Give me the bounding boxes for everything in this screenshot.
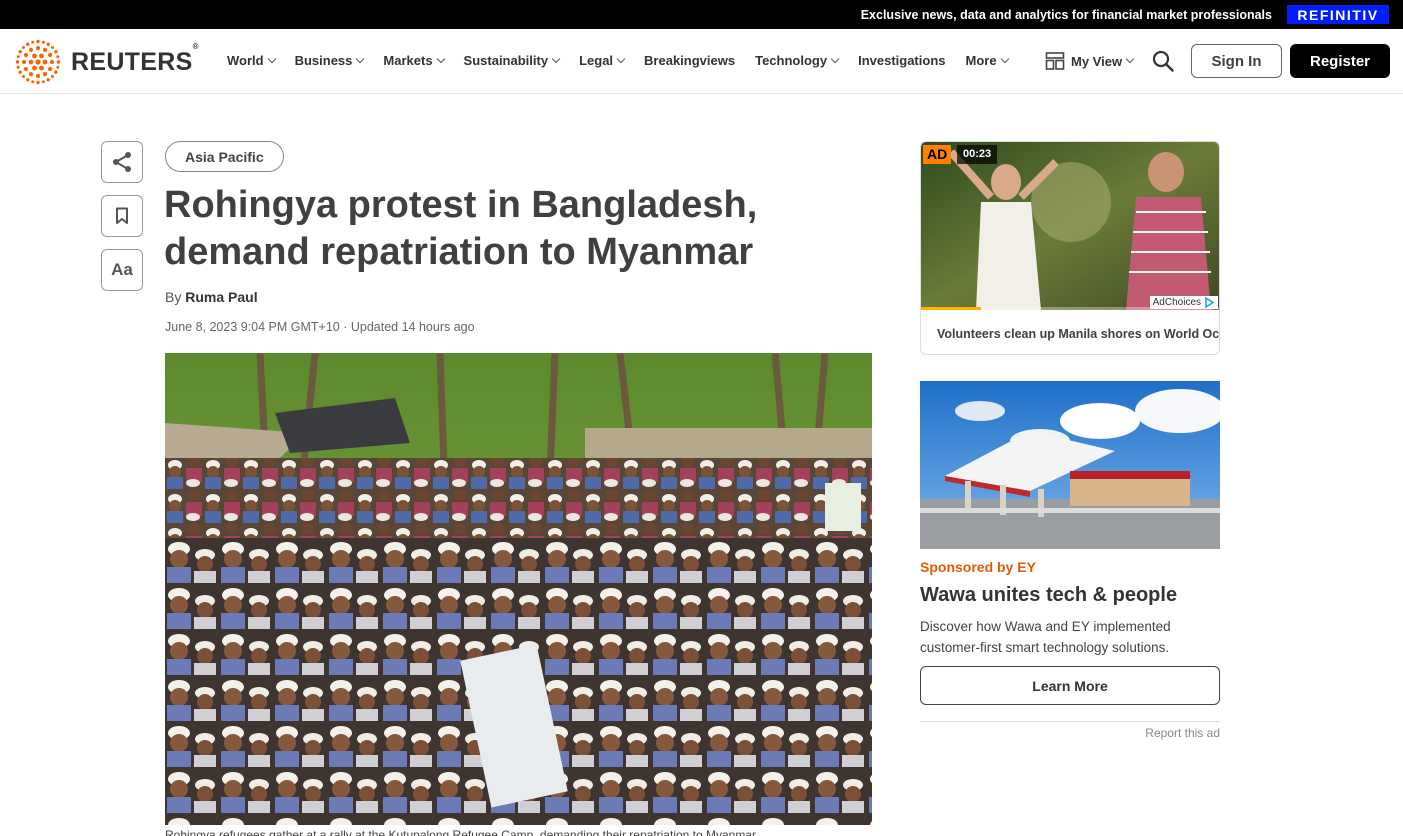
video-ad-player[interactable]: AD 00:23 AdChoices (921, 142, 1219, 310)
nav-markets[interactable]: Markets (383, 53, 445, 68)
bookmark-icon (116, 207, 128, 224)
my-view-label: My View (1071, 53, 1123, 69)
nav-legal[interactable]: Legal (579, 53, 626, 68)
video-frame-image (921, 142, 1219, 310)
byline-prefix: By (165, 289, 182, 305)
my-view-menu[interactable]: My View (1045, 51, 1135, 71)
chevron-down-icon (551, 54, 561, 63)
byline: By Ruma Paul (165, 289, 258, 305)
share-icon (113, 152, 131, 172)
bookmark-button[interactable] (101, 195, 143, 237)
refinitiv-logo[interactable]: REFINITIV (1287, 5, 1389, 24)
sign-in-button[interactable]: Sign In (1191, 44, 1282, 78)
video-ad-card[interactable]: AD 00:23 AdChoices Volunteers clean up M… (920, 141, 1220, 355)
chevron-down-icon (1000, 54, 1009, 63)
learn-more-button[interactable]: Learn More (920, 666, 1220, 705)
video-progress-fill (921, 307, 981, 310)
photo-caption: Rohingya refugees gather at a rally at t… (165, 828, 757, 836)
sponsored-ad-body: Discover how Wawa and EY implemented cus… (920, 619, 1171, 655)
ad-time: 00:23 (957, 145, 998, 164)
text-size-button[interactable]: Aa (101, 249, 143, 291)
reuters-wordmark: REUTERS® (71, 41, 199, 76)
chevron-down-icon (616, 54, 626, 63)
reuters-logo[interactable]: REUTERS® (14, 39, 199, 85)
article-headline: Rohingya protest in Bangladesh, demand r… (164, 184, 758, 273)
register-button[interactable]: Register (1290, 44, 1390, 78)
crowd-photo-image (165, 353, 872, 825)
sponsored-label: Sponsored by EY (920, 559, 1036, 575)
nav-technology[interactable]: Technology (755, 53, 840, 68)
adchoices-icon (1205, 297, 1215, 308)
nav-business[interactable]: Business (295, 53, 365, 68)
ad-divider (920, 721, 1220, 722)
chevron-down-icon (830, 54, 840, 63)
report-ad-link[interactable]: Report this ad (1100, 726, 1220, 740)
author-link[interactable]: Ruma Paul (185, 289, 257, 305)
article-dateline: June 8, 2023 9:04 PM GMT+10 · Updated 14… (165, 320, 475, 334)
nav-world[interactable]: World (227, 53, 276, 68)
reuters-dots-icon (15, 39, 61, 85)
search-button[interactable] (1152, 50, 1174, 77)
site-header: REUTERS® World Business Markets Sustaina… (0, 29, 1403, 94)
nav-sustainability[interactable]: Sustainability (464, 53, 561, 68)
gas-station-image (920, 381, 1220, 549)
chevron-down-icon (1125, 54, 1135, 64)
nav-breakingviews[interactable]: Breakingviews (644, 53, 735, 68)
section-tag[interactable]: Asia Pacific (165, 141, 284, 172)
share-button[interactable] (101, 141, 143, 183)
my-view-icon (1045, 52, 1065, 70)
sponsored-ad-headline[interactable]: Wawa unites tech & people (920, 584, 1177, 607)
main-nav: World Business Markets Sustainability Le… (227, 53, 1028, 68)
chevron-down-icon (436, 54, 445, 63)
search-icon (1152, 50, 1174, 72)
ad-label: AD (923, 145, 952, 164)
adchoices-link[interactable]: AdChoices (1149, 296, 1218, 309)
chevron-down-icon (267, 54, 276, 63)
video-ad-title[interactable]: Volunteers clean up Manila shores on Wor… (937, 327, 1219, 341)
article-photo[interactable] (165, 353, 872, 825)
top-promo-bar: Exclusive news, data and analytics for f… (0, 0, 1403, 29)
sponsored-ad-image[interactable] (920, 381, 1220, 549)
nav-investigations[interactable]: Investigations (858, 53, 945, 68)
nav-more[interactable]: More (966, 53, 1009, 68)
promo-text[interactable]: Exclusive news, data and analytics for f… (861, 8, 1272, 22)
chevron-down-icon (356, 54, 365, 63)
